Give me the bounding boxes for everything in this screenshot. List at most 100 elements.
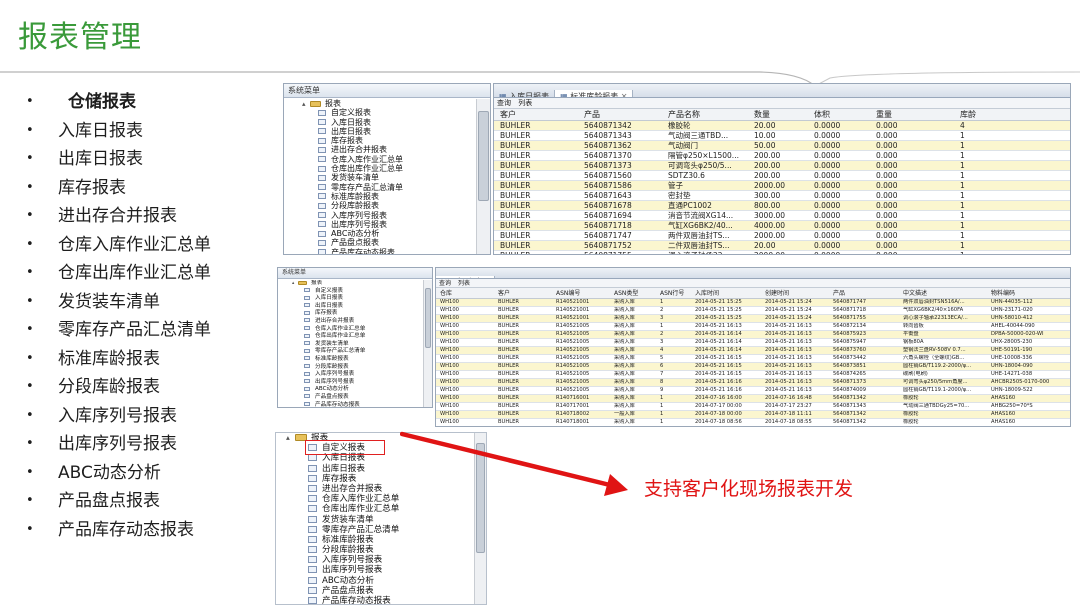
tree-item[interactable]: 出库序列号报表 [278, 379, 423, 387]
tree-root-reports[interactable]: ▴ 报表 [278, 280, 423, 288]
tree-item[interactable]: 标准库龄报表 [278, 356, 423, 364]
tree-item[interactable]: 入库序列号报表 [278, 371, 423, 379]
tree-item[interactable]: 零库存产品汇总清单 [276, 525, 474, 535]
tree-item[interactable]: 标准库龄报表 [284, 192, 476, 201]
table-row[interactable]: BUHLER 5640871694 消音节流阀XG14... 3000.00 0.000… [494, 210, 1070, 221]
tree-item[interactable]: 零库存产品汇总清单 [278, 348, 423, 356]
tree-item[interactable]: 出库序列号报表 [284, 220, 476, 229]
tree-item[interactable]: 产品盘点报表 [276, 586, 474, 596]
tree-item[interactable]: 入库日报表 [278, 295, 423, 303]
table-row[interactable]: BUHLER 5640871586 管子 2000.00 0.0000 0.000 1 [494, 180, 1070, 191]
list-tab[interactable]: 列表 [458, 280, 470, 287]
column-header[interactable]: 体积 [808, 109, 870, 121]
tree-scrollbar[interactable] [476, 99, 490, 254]
editor-tab[interactable]: ▦ 入库日报表 [494, 90, 556, 97]
table-row[interactable]: BUHLER 5640871747 两件双唇油封TS... 2000.00 0.0000… [494, 230, 1070, 241]
tree-root-reports[interactable]: ▴ 报表 [284, 99, 476, 108]
table-row[interactable]: WH100 BUHLER R140521005 采购入库 6 2014-05-21 16:… [436, 362, 1070, 371]
query-tab[interactable]: 查询 [497, 99, 511, 107]
table-row[interactable]: WH100 BUHLER R140718002 一般入库 1 2014-07-18 00:… [436, 410, 1070, 419]
table-row[interactable]: BUHLER 5640871373 可调弯头φ250/5... 200.00 0.000… [494, 160, 1070, 171]
tree-item[interactable]: 出库序列号报表 [276, 565, 474, 575]
table-row[interactable]: WH100 BUHLER R140521005 采购入库 4 2014-05-21 16:… [436, 346, 1070, 355]
column-header[interactable]: 入库时间 [691, 288, 761, 299]
column-header[interactable]: 客户 [494, 288, 552, 299]
tree-item[interactable]: 仓库入库作业汇总单 [284, 155, 476, 164]
table-row[interactable]: WH100 BUHLER R140521001 采购入库 2 2014-05-21 15:… [436, 306, 1070, 315]
list-tab[interactable]: 列表 [518, 99, 532, 107]
tree-item[interactable]: 出库日报表 [278, 303, 423, 311]
table-row[interactable]: WH100 BUHLER R140521005 采购入库 7 2014-05-21 16:… [436, 370, 1070, 379]
table-row[interactable]: WH100 BUHLER R140521001 采购入库 3 2014-05-21 15:… [436, 314, 1070, 323]
tree-item[interactable]: 自定义报表 [278, 288, 423, 296]
table-row[interactable]: BUHLER 5640871560 SDTZ30.6 200.00 0.0000 0.00… [494, 170, 1070, 181]
tree-item[interactable]: 进出存合并报表 [278, 318, 423, 326]
table-row[interactable]: WH100 BUHLER R140521001 采购入库 1 2014-05-21 15:… [436, 298, 1070, 307]
table-row[interactable]: WH100 BUHLER R140521005 采购入库 9 2014-05-21 16:… [436, 386, 1070, 395]
column-header[interactable]: 创建时间 [761, 288, 829, 299]
table-cell: 0.000 [870, 230, 954, 241]
tree-item[interactable]: 进出存合并报表 [284, 145, 476, 154]
tree-item[interactable]: 发货装车清单 [276, 515, 474, 525]
table-row[interactable]: BUHLER5640871755调心滚子轴承22...2000.000.0000… [494, 250, 1070, 254]
column-header[interactable]: ASN行号 [656, 288, 691, 299]
tree-item[interactable]: ABC动态分析 [278, 386, 423, 394]
tree-item[interactable]: 仓库出库作业汇总单 [278, 333, 423, 341]
query-tab[interactable]: 查询 [439, 280, 451, 287]
tree-item[interactable]: 产品库存动态报表 [278, 402, 423, 407]
tree-item[interactable]: 产品盘点报表 [284, 238, 476, 247]
tree-item[interactable]: 分段库龄报表 [284, 201, 476, 210]
table-row[interactable]: BUHLER 5640871643 密封垫 300.00 0.0000 0.000 1 [494, 190, 1070, 201]
column-header[interactable]: 数量 [748, 109, 808, 121]
table-row[interactable]: BUHLER 5640871718 气缸XG6BK2/40... 4000.00 0.0… [494, 220, 1070, 231]
tree-item[interactable]: 产品库存动态报表 [284, 248, 476, 254]
table-row[interactable]: BUHLER 5640871370 隔管φ250×L1500... 200.00 0.0… [494, 150, 1070, 161]
table-row[interactable]: WH100 BUHLER R140717001 采购入库 1 2014-07-17 00:… [436, 402, 1070, 411]
table-row[interactable]: WH100 BUHLER R140521005 采购入库 8 2014-05-21 16:… [436, 378, 1070, 387]
column-header[interactable]: 产品 [578, 109, 662, 121]
table-row[interactable]: BUHLER 5640871362 气动阀门 50.00 0.0000 0.000 1 [494, 140, 1070, 151]
tree-item[interactable]: 分段库龄报表 [278, 364, 423, 372]
table-row[interactable]: BUHLER 5640871342 橡胶轮 20.00 0.0000 0.000 4 [494, 120, 1070, 131]
tree-item[interactable]: 产品库存动态报表 [276, 596, 474, 604]
tree-expand-icon[interactable]: ▴ [286, 433, 295, 443]
tree-item[interactable]: 发货装车清单 [284, 173, 476, 182]
system-menu-panel: 系统菜单 ▴ 报表 自定义报表 入库日报表 出库日报表 库存报表 进出存合并报表 仓库入库作业… [283, 83, 491, 255]
tree-item[interactable]: 产品盘点报表 [278, 394, 423, 402]
tree-item[interactable]: 标准库龄报表 [276, 535, 474, 545]
tree-item[interactable]: 仓库出库作业汇总单 [284, 164, 476, 173]
table-row[interactable]: BUHLER 5640871752 二件双唇油封TS... 20.00 0.0000 0.… [494, 240, 1070, 251]
table-row[interactable]: BUHLER 5640871343 气动阀三通TBD... 10.00 0.0000 0.… [494, 130, 1070, 141]
tree-item[interactable]: 入库日报表 [284, 118, 476, 127]
report-icon [304, 318, 310, 323]
table-row[interactable]: WH100 BUHLER R140521005 采购入库 5 2014-05-21 16:… [436, 354, 1070, 363]
column-header[interactable]: 客户 [494, 109, 578, 121]
tree-item[interactable]: 出库日报表 [284, 127, 476, 136]
editor-tab[interactable]: ▦ 标准库龄报表 ✕ [555, 90, 634, 97]
tree-item[interactable]: 自定义报表 [284, 108, 476, 117]
table-row[interactable]: WH100 BUHLER R140521005 采购入库 1 2014-05-21 16:… [436, 322, 1070, 331]
tree-item[interactable]: 库存报表 [278, 310, 423, 318]
column-header[interactable]: 产品 [829, 288, 899, 299]
tree-scrollbar-small[interactable] [423, 280, 432, 407]
tree-item[interactable]: 分段库龄报表 [276, 545, 474, 555]
tree-expand-icon[interactable]: ▴ [302, 100, 310, 109]
column-header[interactable]: 库龄 [954, 109, 1070, 121]
tree-item[interactable]: 入库序列号报表 [284, 211, 476, 220]
tree-item[interactable]: ABC动态分析 [276, 576, 474, 586]
column-header[interactable]: 中文描述 [899, 288, 987, 299]
table-row[interactable]: BUHLER 5640871678 直通PC1002 800.00 0.0000 0.00… [494, 200, 1070, 211]
column-header[interactable]: 产品名称 [662, 109, 748, 121]
tree-item[interactable]: ABC动态分析 [284, 229, 476, 238]
column-header[interactable]: 重量 [870, 109, 954, 121]
tree-item[interactable]: 入库序列号报表 [276, 555, 474, 565]
column-header[interactable]: ASN编号 [552, 288, 610, 299]
tree-item[interactable]: 零库存产品汇总清单 [284, 183, 476, 192]
table-row[interactable]: WH100 BUHLER R140521005 采购入库 2 2014-05-21 16:… [436, 330, 1070, 339]
column-header[interactable]: ASN类型 [610, 288, 656, 299]
column-header[interactable]: 仓库 [436, 288, 494, 299]
column-header[interactable]: 物料编码 [987, 288, 1070, 299]
tree-item-label: 产品盘点报表 [322, 585, 374, 596]
table-row[interactable]: WH100 BUHLER R140521005 采购入库 3 2014-05-21 16:… [436, 338, 1070, 347]
table-row[interactable]: WH100 BUHLER R140716001 采购入库 1 2014-07-16 16:… [436, 394, 1070, 403]
